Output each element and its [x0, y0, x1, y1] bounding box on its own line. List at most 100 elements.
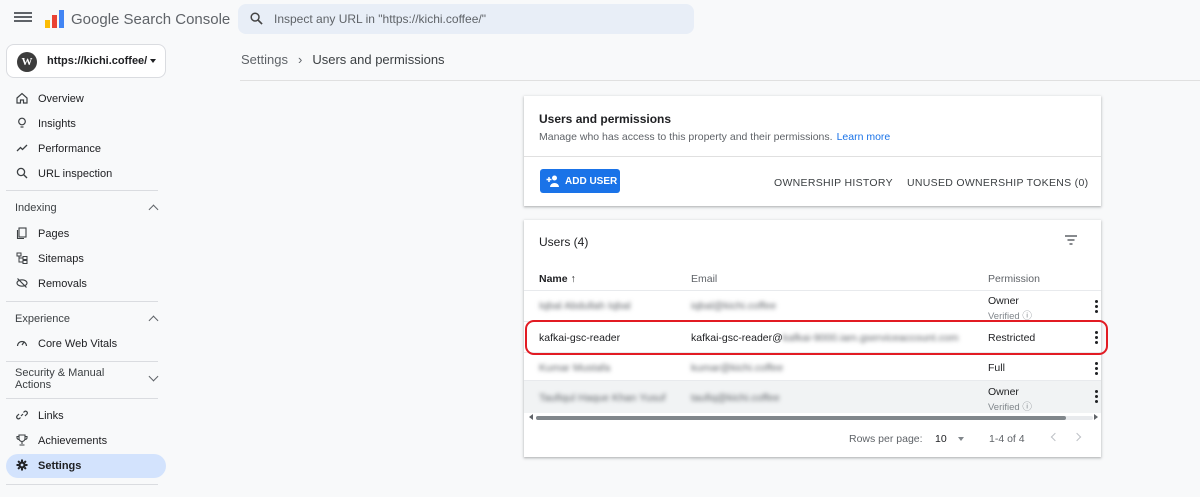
sidebar-item-label: URL inspection	[38, 168, 113, 180]
scroll-left-arrow-icon[interactable]	[529, 414, 533, 420]
dropdown-caret-icon	[150, 59, 156, 63]
sidebar-item-removals[interactable]: Removals	[6, 272, 166, 296]
chevron-down-icon[interactable]	[148, 371, 159, 382]
users-card: Users (4) Name ↑ Email Permission Iqbal …	[524, 220, 1101, 457]
breadcrumb: Settings › Users and permissions	[241, 52, 445, 67]
sidebar-item-label: Removals	[38, 278, 87, 290]
sidebar-item-pages[interactable]: Pages	[6, 222, 166, 246]
scroll-right-arrow-icon[interactable]	[1094, 414, 1098, 420]
previous-page-icon[interactable]	[1050, 432, 1060, 442]
user-email: kumar@kichi.coffee	[691, 362, 784, 374]
add-user-button[interactable]: ADD USER	[540, 169, 620, 193]
main-menu-icon[interactable]	[14, 10, 32, 28]
sidebar-item-label: Insights	[38, 118, 76, 130]
chevron-up-icon[interactable]	[148, 204, 159, 215]
header-divider	[240, 80, 1200, 81]
card-title: Users and permissions	[539, 112, 672, 126]
search-icon	[16, 167, 28, 179]
user-email: iqbal@kichi.coffee	[691, 300, 777, 312]
table-row[interactable]: Kumar Mustafa kumar@kichi.coffee Full	[524, 352, 1101, 383]
dropdown-caret-icon[interactable]	[958, 437, 964, 441]
pagination-range: 1-4 of 4	[989, 433, 1025, 445]
sidebar-item-overview[interactable]: Overview	[6, 87, 166, 111]
sidebar-item-url-inspection[interactable]: URL inspection	[6, 162, 166, 186]
verified-status: Verified ⓘ	[988, 402, 1032, 413]
sidebar-item-achievements[interactable]: Achievements	[6, 429, 166, 453]
user-name: Iqbal Abdullah Iqbal	[539, 300, 631, 312]
chevron-up-icon[interactable]	[148, 315, 159, 326]
app-title: Google Search Console	[71, 11, 231, 28]
user-permission: Restricted	[988, 332, 1036, 344]
user-permission: Full	[988, 362, 1005, 374]
gear-icon	[16, 459, 28, 471]
card-description: Manage who has access to this property a…	[539, 131, 891, 143]
sidebar-divider	[6, 398, 158, 399]
lightbulb-icon	[18, 117, 26, 128]
section-indexing[interactable]: Indexing	[15, 202, 57, 214]
sidebar-item-insights[interactable]: Insights	[6, 112, 166, 136]
next-page-icon[interactable]	[1072, 432, 1082, 442]
link-icon	[16, 410, 28, 420]
property-selector[interactable]: W https://kichi.coffee/	[6, 44, 166, 78]
trophy-icon	[16, 434, 28, 446]
user-name: Taufiqul Haque Khan Yusuf	[539, 392, 666, 404]
column-header-permission: Permission	[988, 273, 1040, 285]
user-email: kafkai-gsc-reader@kafkai-9000.iam.gservi…	[691, 332, 959, 344]
user-name: kafkai-gsc-reader	[539, 332, 621, 344]
sidebar-item-label: Links	[38, 410, 64, 422]
sidebar-item-core-web-vitals[interactable]: Core Web Vitals	[6, 332, 166, 356]
user-permission: Owner	[988, 386, 1019, 398]
gauge-icon	[16, 340, 28, 347]
sidebar-item-links[interactable]: Links	[6, 404, 166, 428]
sidebar-divider	[6, 190, 158, 191]
unused-ownership-tokens-button[interactable]: UNUSED OWNERSHIP TOKENS (0)	[907, 177, 1088, 189]
more-options-icon[interactable]	[1095, 300, 1098, 313]
search-input[interactable]	[274, 4, 684, 34]
sidebar-item-label: Pages	[38, 228, 70, 240]
table-row[interactable]: Iqbal Abdullah Iqbal iqbal@kichi.coffee …	[524, 290, 1101, 322]
sidebar-divider	[6, 301, 158, 302]
learn-more-link[interactable]: Learn more	[837, 131, 891, 143]
add-user-label: ADD USER	[565, 176, 618, 187]
sidebar-item-sitemaps[interactable]: Sitemaps	[6, 247, 166, 271]
table-row[interactable]: kafkai-gsc-reader kafkai-gsc-reader@kafk…	[524, 321, 1101, 352]
breadcrumb-separator: ›	[297, 52, 303, 67]
user-name: Kumar Mustafa	[539, 362, 611, 374]
user-permission: Owner	[988, 295, 1019, 307]
more-options-icon[interactable]	[1095, 390, 1098, 403]
sort-arrow-icon: ↑	[570, 273, 576, 285]
more-options-icon[interactable]	[1095, 331, 1098, 344]
sidebar-item-label: Settings	[38, 460, 82, 472]
help-icon[interactable]: ⓘ	[1022, 402, 1032, 413]
sidebar-item-settings[interactable]: Settings	[6, 454, 166, 478]
section-security-manual-actions[interactable]: Security & Manual Actions	[15, 367, 127, 391]
sidebar-item-label: Sitemaps	[38, 253, 84, 265]
sidebar-item-label: Core Web Vitals	[38, 338, 118, 350]
column-header-name[interactable]: Name ↑	[539, 273, 576, 285]
pages-icon	[16, 227, 27, 239]
scrollbar-thumb[interactable]	[536, 416, 1066, 420]
rows-per-page-select[interactable]: 10	[935, 433, 947, 445]
user-email: taufiq@kichi.coffee	[691, 392, 780, 404]
horizontal-scrollbar[interactable]	[536, 416, 1093, 420]
breadcrumb-parent[interactable]: Settings	[241, 52, 288, 67]
filter-icon[interactable]	[1064, 234, 1078, 246]
table-row[interactable]: Taufiqul Haque Khan Yusuf taufiq@kichi.c…	[524, 380, 1101, 413]
rows-per-page-label: Rows per page:	[849, 433, 923, 445]
sidebar-item-performance[interactable]: Performance	[6, 137, 166, 161]
trending-up-icon	[16, 144, 28, 152]
property-label: https://kichi.coffee/	[47, 55, 148, 67]
column-header-email: Email	[691, 273, 718, 285]
card-divider	[524, 156, 1101, 157]
section-experience[interactable]: Experience	[15, 313, 70, 325]
wordpress-icon: W	[17, 52, 37, 72]
url-inspection-search[interactable]	[238, 4, 694, 34]
more-options-icon[interactable]	[1095, 362, 1098, 375]
sidebar-divider	[6, 361, 158, 362]
users-title: Users (4)	[539, 235, 589, 249]
ownership-history-button[interactable]: OWNERSHIP HISTORY	[774, 177, 893, 189]
removals-icon	[16, 278, 28, 288]
sidebar-item-label: Achievements	[38, 435, 108, 447]
verified-status: Verified ⓘ	[988, 311, 1032, 322]
sidebar-item-label: Overview	[38, 93, 84, 105]
